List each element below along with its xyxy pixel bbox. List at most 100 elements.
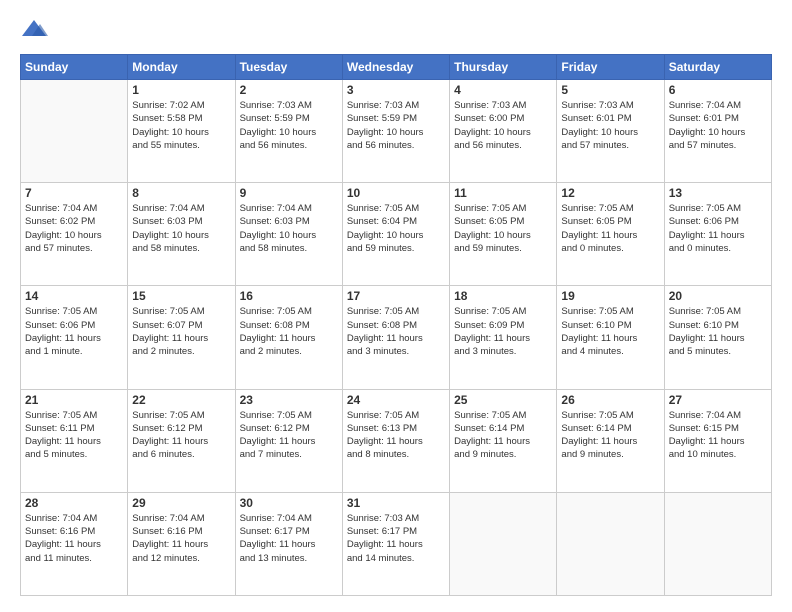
calendar-cell — [450, 492, 557, 595]
day-number: 21 — [25, 393, 123, 407]
day-info: Sunrise: 7:03 AM Sunset: 5:59 PM Dayligh… — [347, 99, 445, 152]
day-number: 31 — [347, 496, 445, 510]
logo — [20, 16, 52, 44]
day-info: Sunrise: 7:05 AM Sunset: 6:05 PM Dayligh… — [561, 202, 659, 255]
day-number: 6 — [669, 83, 767, 97]
calendar-cell: 14 Sunrise: 7:05 AM Sunset: 6:06 PM Dayli… — [21, 286, 128, 389]
calendar-cell: 19 Sunrise: 7:05 AM Sunset: 6:10 PM Dayli… — [557, 286, 664, 389]
header-friday: Friday — [557, 55, 664, 80]
calendar-cell: 20 Sunrise: 7:05 AM Sunset: 6:10 PM Dayli… — [664, 286, 771, 389]
day-number: 3 — [347, 83, 445, 97]
day-number: 17 — [347, 289, 445, 303]
day-number: 11 — [454, 186, 552, 200]
calendar-week-row: 14 Sunrise: 7:05 AM Sunset: 6:06 PM Dayli… — [21, 286, 772, 389]
day-number: 30 — [240, 496, 338, 510]
header-wednesday: Wednesday — [342, 55, 449, 80]
weekday-header-row: Sunday Monday Tuesday Wednesday Thursday… — [21, 55, 772, 80]
calendar-table: Sunday Monday Tuesday Wednesday Thursday… — [20, 54, 772, 596]
day-info: Sunrise: 7:04 AM Sunset: 6:01 PM Dayligh… — [669, 99, 767, 152]
calendar-cell: 15 Sunrise: 7:05 AM Sunset: 6:07 PM Dayli… — [128, 286, 235, 389]
day-number: 7 — [25, 186, 123, 200]
day-info: Sunrise: 7:05 AM Sunset: 6:06 PM Dayligh… — [669, 202, 767, 255]
day-number: 22 — [132, 393, 230, 407]
day-info: Sunrise: 7:05 AM Sunset: 6:12 PM Dayligh… — [240, 409, 338, 462]
day-number: 14 — [25, 289, 123, 303]
calendar-cell: 4 Sunrise: 7:03 AM Sunset: 6:00 PM Daylig… — [450, 80, 557, 183]
day-number: 9 — [240, 186, 338, 200]
header-sunday: Sunday — [21, 55, 128, 80]
day-info: Sunrise: 7:05 AM Sunset: 6:10 PM Dayligh… — [561, 305, 659, 358]
logo-icon — [20, 16, 48, 44]
calendar-cell: 18 Sunrise: 7:05 AM Sunset: 6:09 PM Dayli… — [450, 286, 557, 389]
day-info: Sunrise: 7:05 AM Sunset: 6:05 PM Dayligh… — [454, 202, 552, 255]
calendar-cell: 25Sunrise: 7:05 AM Sunset: 6:14 PM Dayli… — [450, 389, 557, 492]
day-number: 20 — [669, 289, 767, 303]
day-number: 18 — [454, 289, 552, 303]
day-number: 10 — [347, 186, 445, 200]
day-number: 12 — [561, 186, 659, 200]
calendar-page: Sunday Monday Tuesday Wednesday Thursday… — [0, 0, 792, 612]
day-info: Sunrise: 7:05 AM Sunset: 6:04 PM Dayligh… — [347, 202, 445, 255]
calendar-week-row: 21 Sunrise: 7:05 AM Sunset: 6:11 PM Dayli… — [21, 389, 772, 492]
calendar-cell — [557, 492, 664, 595]
day-number: 2 — [240, 83, 338, 97]
header-saturday: Saturday — [664, 55, 771, 80]
calendar-cell: 8 Sunrise: 7:04 AM Sunset: 6:03 PM Daylig… — [128, 183, 235, 286]
day-number: 23 — [240, 393, 338, 407]
day-info: Sunrise: 7:05 AM Sunset: 6:14 PM Dayligh… — [561, 409, 659, 462]
calendar-cell: 29Sunrise: 7:04 AM Sunset: 6:16 PM Dayli… — [128, 492, 235, 595]
header-thursday: Thursday — [450, 55, 557, 80]
day-number: 26 — [561, 393, 659, 407]
calendar-cell: 9 Sunrise: 7:04 AM Sunset: 6:03 PM Daylig… — [235, 183, 342, 286]
day-number: 13 — [669, 186, 767, 200]
day-number: 1 — [132, 83, 230, 97]
calendar-cell: 30 Sunrise: 7:04 AM Sunset: 6:17 PM Dayli… — [235, 492, 342, 595]
day-info: Sunrise: 7:04 AM Sunset: 6:16 PM Dayligh… — [132, 512, 230, 565]
day-number: 16 — [240, 289, 338, 303]
day-info: Sunrise: 7:05 AM Sunset: 6:11 PM Dayligh… — [25, 409, 123, 462]
calendar-cell: 3 Sunrise: 7:03 AM Sunset: 5:59 PM Daylig… — [342, 80, 449, 183]
day-info: Sunrise: 7:03 AM Sunset: 6:01 PM Dayligh… — [561, 99, 659, 152]
calendar-cell: 22 Sunrise: 7:05 AM Sunset: 6:12 PM Dayli… — [128, 389, 235, 492]
day-number: 8 — [132, 186, 230, 200]
day-info: Sunrise: 7:03 AM Sunset: 6:00 PM Dayligh… — [454, 99, 552, 152]
day-info: Sunrise: 7:05 AM Sunset: 6:10 PM Dayligh… — [669, 305, 767, 358]
calendar-cell: 26 Sunrise: 7:05 AM Sunset: 6:14 PM Dayli… — [557, 389, 664, 492]
calendar-cell — [664, 492, 771, 595]
day-info: Sunrise: 7:04 AM Sunset: 6:02 PM Dayligh… — [25, 202, 123, 255]
day-info: Sunrise: 7:05 AM Sunset: 6:13 PM Dayligh… — [347, 409, 445, 462]
day-info: Sunrise: 7:05 AM Sunset: 6:07 PM Dayligh… — [132, 305, 230, 358]
header-monday: Monday — [128, 55, 235, 80]
day-info: Sunrise: 7:04 AM Sunset: 6:15 PM Dayligh… — [669, 409, 767, 462]
calendar-cell: 13 Sunrise: 7:05 AM Sunset: 6:06 PM Dayli… — [664, 183, 771, 286]
calendar-cell: 24Sunrise: 7:05 AM Sunset: 6:13 PM Dayli… — [342, 389, 449, 492]
day-number: 19 — [561, 289, 659, 303]
day-info: Sunrise: 7:03 AM Sunset: 5:59 PM Dayligh… — [240, 99, 338, 152]
day-info: Sunrise: 7:05 AM Sunset: 6:09 PM Dayligh… — [454, 305, 552, 358]
day-info: Sunrise: 7:04 AM Sunset: 6:17 PM Dayligh… — [240, 512, 338, 565]
day-info: Sunrise: 7:04 AM Sunset: 6:03 PM Dayligh… — [240, 202, 338, 255]
header-tuesday: Tuesday — [235, 55, 342, 80]
calendar-cell: 31 Sunrise: 7:03 AM Sunset: 6:17 PM Dayli… — [342, 492, 449, 595]
page-header — [20, 16, 772, 44]
calendar-cell: 23 Sunrise: 7:05 AM Sunset: 6:12 PM Dayli… — [235, 389, 342, 492]
day-info: Sunrise: 7:05 AM Sunset: 6:06 PM Dayligh… — [25, 305, 123, 358]
day-info: Sunrise: 7:04 AM Sunset: 6:16 PM Dayligh… — [25, 512, 123, 565]
calendar-week-row: 28 Sunrise: 7:04 AM Sunset: 6:16 PM Dayli… — [21, 492, 772, 595]
calendar-cell: 17 Sunrise: 7:05 AM Sunset: 6:08 PM Dayli… — [342, 286, 449, 389]
day-number: 5 — [561, 83, 659, 97]
calendar-cell: 27 Sunrise: 7:04 AM Sunset: 6:15 PM Dayli… — [664, 389, 771, 492]
day-info: Sunrise: 7:04 AM Sunset: 6:03 PM Dayligh… — [132, 202, 230, 255]
day-number: 4 — [454, 83, 552, 97]
calendar-week-row: 1 Sunrise: 7:02 AM Sunset: 5:58 PM Daylig… — [21, 80, 772, 183]
day-number: 28 — [25, 496, 123, 510]
calendar-cell: 12 Sunrise: 7:05 AM Sunset: 6:05 PM Dayli… — [557, 183, 664, 286]
day-info: Sunrise: 7:02 AM Sunset: 5:58 PM Dayligh… — [132, 99, 230, 152]
day-info: Sunrise: 7:05 AM Sunset: 6:12 PM Dayligh… — [132, 409, 230, 462]
day-number: 27 — [669, 393, 767, 407]
calendar-cell: 10 Sunrise: 7:05 AM Sunset: 6:04 PM Dayli… — [342, 183, 449, 286]
day-info: Sunrise: 7:03 AM Sunset: 6:17 PM Dayligh… — [347, 512, 445, 565]
day-info: Sunrise: 7:05 AM Sunset: 6:08 PM Dayligh… — [347, 305, 445, 358]
day-number: 15 — [132, 289, 230, 303]
day-info: Sunrise: 7:05 AM Sunset: 6:08 PM Dayligh… — [240, 305, 338, 358]
